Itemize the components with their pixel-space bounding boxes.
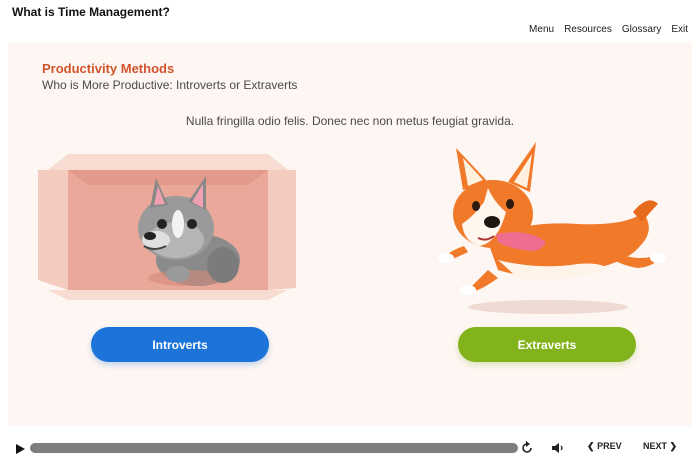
section-subtitle: Who is More Productive: Introverts or Ex… — [42, 78, 298, 92]
introvert-dog-image — [38, 150, 298, 300]
section-title: Productivity Methods — [42, 61, 175, 76]
volume-icon[interactable] — [551, 441, 565, 455]
slide-area: Productivity Methods Who is More Product… — [8, 42, 692, 426]
next-button[interactable]: NEXT ❯ — [643, 441, 677, 452]
next-label: NEXT — [643, 441, 668, 451]
glossary-link[interactable]: Glossary — [622, 24, 661, 35]
seek-bar[interactable] — [30, 443, 518, 453]
play-icon[interactable] — [14, 442, 26, 454]
prev-button[interactable]: ❮ PREV — [587, 441, 622, 452]
chevron-right-icon: ❯ — [669, 441, 678, 451]
extravert-dog-image — [428, 142, 668, 322]
resources-link[interactable]: Resources — [564, 24, 612, 35]
chevron-left-icon: ❮ — [587, 441, 595, 451]
extraverts-button[interactable]: Extraverts — [458, 327, 636, 362]
top-nav: Menu Resources Glossary Exit — [529, 24, 688, 35]
introverts-button[interactable]: Introverts — [91, 327, 269, 362]
prev-label: PREV — [597, 441, 622, 451]
exit-link[interactable]: Exit — [671, 24, 688, 35]
course-title: What is Time Management? — [12, 5, 170, 19]
replay-icon[interactable] — [520, 441, 534, 455]
body-text: Nulla fringilla odio felis. Donec nec no… — [185, 114, 515, 128]
menu-link[interactable]: Menu — [529, 24, 554, 35]
player-controls: ❮ PREV NEXT ❯ — [0, 436, 700, 460]
